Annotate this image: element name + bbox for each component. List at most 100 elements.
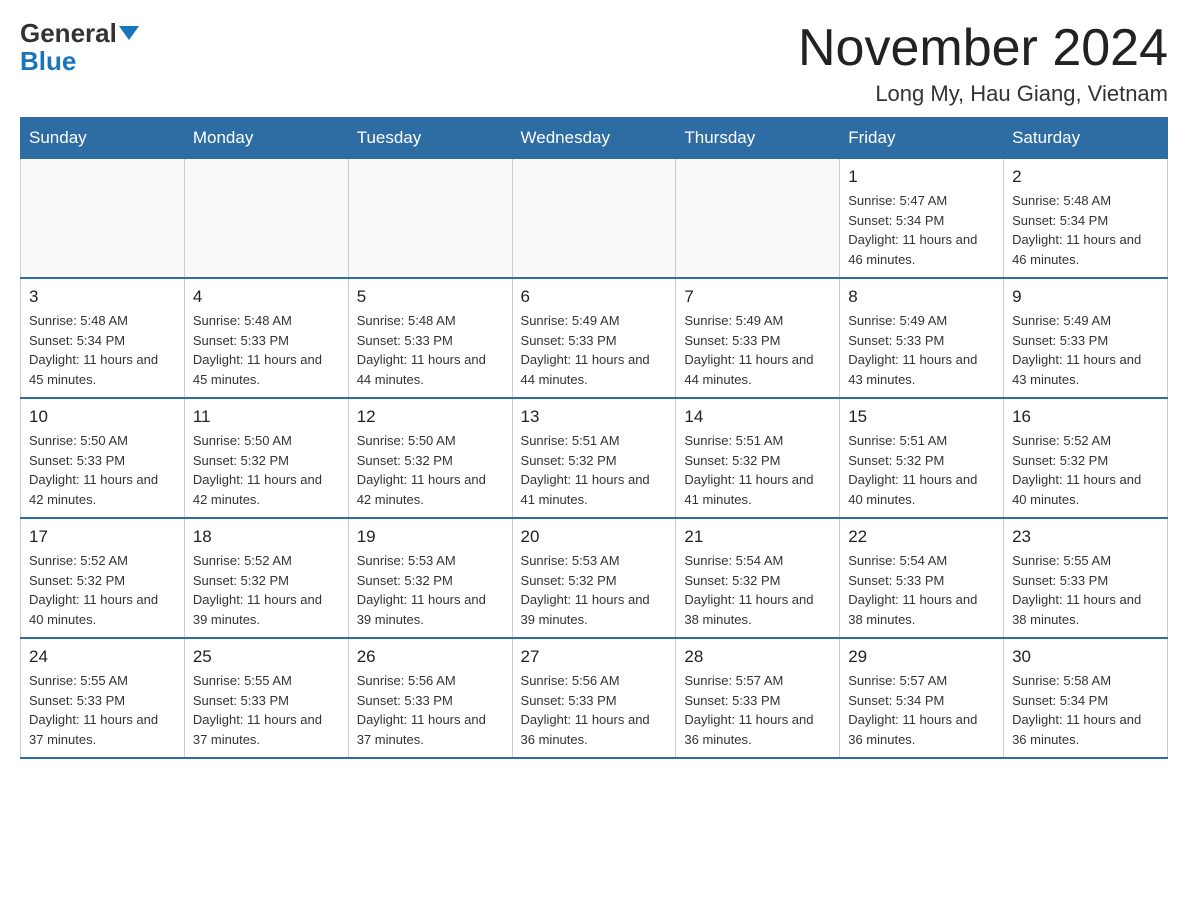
- day-info: Sunrise: 5:51 AM Sunset: 5:32 PM Dayligh…: [684, 431, 831, 509]
- calendar-cell: 30 Sunrise: 5:58 AM Sunset: 5:34 PM Dayli…: [1004, 638, 1168, 758]
- day-number: 30: [1012, 647, 1159, 667]
- weekday-header-row: SundayMondayTuesdayWednesdayThursdayFrid…: [21, 118, 1168, 159]
- day-number: 26: [357, 647, 504, 667]
- day-number: 12: [357, 407, 504, 427]
- day-info: Sunrise: 5:55 AM Sunset: 5:33 PM Dayligh…: [29, 671, 176, 749]
- day-number: 21: [684, 527, 831, 547]
- weekday-header-friday: Friday: [840, 118, 1004, 159]
- day-number: 9: [1012, 287, 1159, 307]
- day-number: 22: [848, 527, 995, 547]
- day-number: 6: [521, 287, 668, 307]
- day-info: Sunrise: 5:53 AM Sunset: 5:32 PM Dayligh…: [521, 551, 668, 629]
- day-number: 14: [684, 407, 831, 427]
- calendar-cell: 10 Sunrise: 5:50 AM Sunset: 5:33 PM Dayli…: [21, 398, 185, 518]
- calendar-week-4: 17Sunrise: 5:52 AM Sunset: 5:32 PM Dayli…: [21, 518, 1168, 638]
- calendar-cell: 24 Sunrise: 5:55 AM Sunset: 5:33 PM Dayli…: [21, 638, 185, 758]
- day-number: 5: [357, 287, 504, 307]
- calendar-cell: 14 Sunrise: 5:51 AM Sunset: 5:32 PM Dayli…: [676, 398, 840, 518]
- day-info: Sunrise: 5:58 AM Sunset: 5:34 PM Dayligh…: [1012, 671, 1159, 749]
- day-number: 4: [193, 287, 340, 307]
- main-title: November 2024: [798, 20, 1168, 77]
- calendar-cell: 22 Sunrise: 5:54 AM Sunset: 5:33 PM Dayli…: [840, 518, 1004, 638]
- calendar-cell: 17Sunrise: 5:52 AM Sunset: 5:32 PM Dayli…: [21, 518, 185, 638]
- weekday-header-wednesday: Wednesday: [512, 118, 676, 159]
- day-number: 24: [29, 647, 176, 667]
- day-number: 23: [1012, 527, 1159, 547]
- day-info: Sunrise: 5:50 AM Sunset: 5:32 PM Dayligh…: [193, 431, 340, 509]
- calendar-cell: 13Sunrise: 5:51 AM Sunset: 5:32 PM Dayli…: [512, 398, 676, 518]
- day-number: 18: [193, 527, 340, 547]
- calendar-cell: 9 Sunrise: 5:49 AM Sunset: 5:33 PM Daylig…: [1004, 278, 1168, 398]
- day-info: Sunrise: 5:57 AM Sunset: 5:33 PM Dayligh…: [684, 671, 831, 749]
- day-number: 15: [848, 407, 995, 427]
- calendar-cell: 25 Sunrise: 5:55 AM Sunset: 5:33 PM Dayli…: [184, 638, 348, 758]
- calendar-cell: 16Sunrise: 5:52 AM Sunset: 5:32 PM Dayli…: [1004, 398, 1168, 518]
- calendar-cell: 7 Sunrise: 5:49 AM Sunset: 5:33 PM Daylig…: [676, 278, 840, 398]
- logo: General Blue: [20, 20, 139, 77]
- logo-blue: Blue: [20, 46, 76, 77]
- day-info: Sunrise: 5:50 AM Sunset: 5:32 PM Dayligh…: [357, 431, 504, 509]
- day-number: 7: [684, 287, 831, 307]
- subtitle: Long My, Hau Giang, Vietnam: [798, 81, 1168, 107]
- calendar-week-2: 3 Sunrise: 5:48 AM Sunset: 5:34 PM Daylig…: [21, 278, 1168, 398]
- calendar-cell: [676, 159, 840, 279]
- day-number: 19: [357, 527, 504, 547]
- day-number: 29: [848, 647, 995, 667]
- day-number: 25: [193, 647, 340, 667]
- day-number: 13: [521, 407, 668, 427]
- day-info: Sunrise: 5:52 AM Sunset: 5:32 PM Dayligh…: [193, 551, 340, 629]
- day-number: 11: [193, 407, 340, 427]
- calendar-cell: 12 Sunrise: 5:50 AM Sunset: 5:32 PM Dayli…: [348, 398, 512, 518]
- calendar-cell: 19 Sunrise: 5:53 AM Sunset: 5:32 PM Dayli…: [348, 518, 512, 638]
- calendar-cell: 18 Sunrise: 5:52 AM Sunset: 5:32 PM Dayli…: [184, 518, 348, 638]
- calendar-cell: [348, 159, 512, 279]
- day-info: Sunrise: 5:52 AM Sunset: 5:32 PM Dayligh…: [29, 551, 176, 629]
- calendar-week-1: 1Sunrise: 5:47 AM Sunset: 5:34 PM Daylig…: [21, 159, 1168, 279]
- day-number: 10: [29, 407, 176, 427]
- calendar-cell: 6 Sunrise: 5:49 AM Sunset: 5:33 PM Daylig…: [512, 278, 676, 398]
- day-info: Sunrise: 5:49 AM Sunset: 5:33 PM Dayligh…: [684, 311, 831, 389]
- day-number: 2: [1012, 167, 1159, 187]
- day-info: Sunrise: 5:55 AM Sunset: 5:33 PM Dayligh…: [1012, 551, 1159, 629]
- day-number: 3: [29, 287, 176, 307]
- calendar-cell: [184, 159, 348, 279]
- calendar-cell: 4 Sunrise: 5:48 AM Sunset: 5:33 PM Daylig…: [184, 278, 348, 398]
- day-info: Sunrise: 5:54 AM Sunset: 5:33 PM Dayligh…: [848, 551, 995, 629]
- calendar-cell: [21, 159, 185, 279]
- day-number: 28: [684, 647, 831, 667]
- logo-arrow-icon: [119, 26, 139, 40]
- day-info: Sunrise: 5:56 AM Sunset: 5:33 PM Dayligh…: [521, 671, 668, 749]
- weekday-header-saturday: Saturday: [1004, 118, 1168, 159]
- page-header: General Blue November 2024 Long My, Hau …: [20, 20, 1168, 107]
- weekday-header-sunday: Sunday: [21, 118, 185, 159]
- calendar-cell: [512, 159, 676, 279]
- calendar-cell: 8Sunrise: 5:49 AM Sunset: 5:33 PM Daylig…: [840, 278, 1004, 398]
- calendar-cell: 11 Sunrise: 5:50 AM Sunset: 5:32 PM Dayli…: [184, 398, 348, 518]
- calendar-cell: 27 Sunrise: 5:56 AM Sunset: 5:33 PM Dayli…: [512, 638, 676, 758]
- calendar-cell: 5Sunrise: 5:48 AM Sunset: 5:33 PM Daylig…: [348, 278, 512, 398]
- day-info: Sunrise: 5:54 AM Sunset: 5:32 PM Dayligh…: [684, 551, 831, 629]
- day-info: Sunrise: 5:49 AM Sunset: 5:33 PM Dayligh…: [521, 311, 668, 389]
- day-info: Sunrise: 5:55 AM Sunset: 5:33 PM Dayligh…: [193, 671, 340, 749]
- weekday-header-tuesday: Tuesday: [348, 118, 512, 159]
- calendar-week-3: 10 Sunrise: 5:50 AM Sunset: 5:33 PM Dayli…: [21, 398, 1168, 518]
- title-area: November 2024 Long My, Hau Giang, Vietna…: [798, 20, 1168, 107]
- day-info: Sunrise: 5:50 AM Sunset: 5:33 PM Dayligh…: [29, 431, 176, 509]
- calendar-table: SundayMondayTuesdayWednesdayThursdayFrid…: [20, 117, 1168, 759]
- day-info: Sunrise: 5:49 AM Sunset: 5:33 PM Dayligh…: [848, 311, 995, 389]
- weekday-header-monday: Monday: [184, 118, 348, 159]
- weekday-header-thursday: Thursday: [676, 118, 840, 159]
- day-info: Sunrise: 5:49 AM Sunset: 5:33 PM Dayligh…: [1012, 311, 1159, 389]
- day-info: Sunrise: 5:51 AM Sunset: 5:32 PM Dayligh…: [848, 431, 995, 509]
- day-number: 27: [521, 647, 668, 667]
- calendar-cell: 28 Sunrise: 5:57 AM Sunset: 5:33 PM Dayli…: [676, 638, 840, 758]
- day-info: Sunrise: 5:48 AM Sunset: 5:34 PM Dayligh…: [1012, 191, 1159, 269]
- day-info: Sunrise: 5:52 AM Sunset: 5:32 PM Dayligh…: [1012, 431, 1159, 509]
- logo-general: General: [20, 20, 117, 46]
- day-info: Sunrise: 5:53 AM Sunset: 5:32 PM Dayligh…: [357, 551, 504, 629]
- day-number: 20: [521, 527, 668, 547]
- day-info: Sunrise: 5:48 AM Sunset: 5:33 PM Dayligh…: [193, 311, 340, 389]
- day-info: Sunrise: 5:48 AM Sunset: 5:34 PM Dayligh…: [29, 311, 176, 389]
- day-info: Sunrise: 5:56 AM Sunset: 5:33 PM Dayligh…: [357, 671, 504, 749]
- calendar-cell: 29Sunrise: 5:57 AM Sunset: 5:34 PM Dayli…: [840, 638, 1004, 758]
